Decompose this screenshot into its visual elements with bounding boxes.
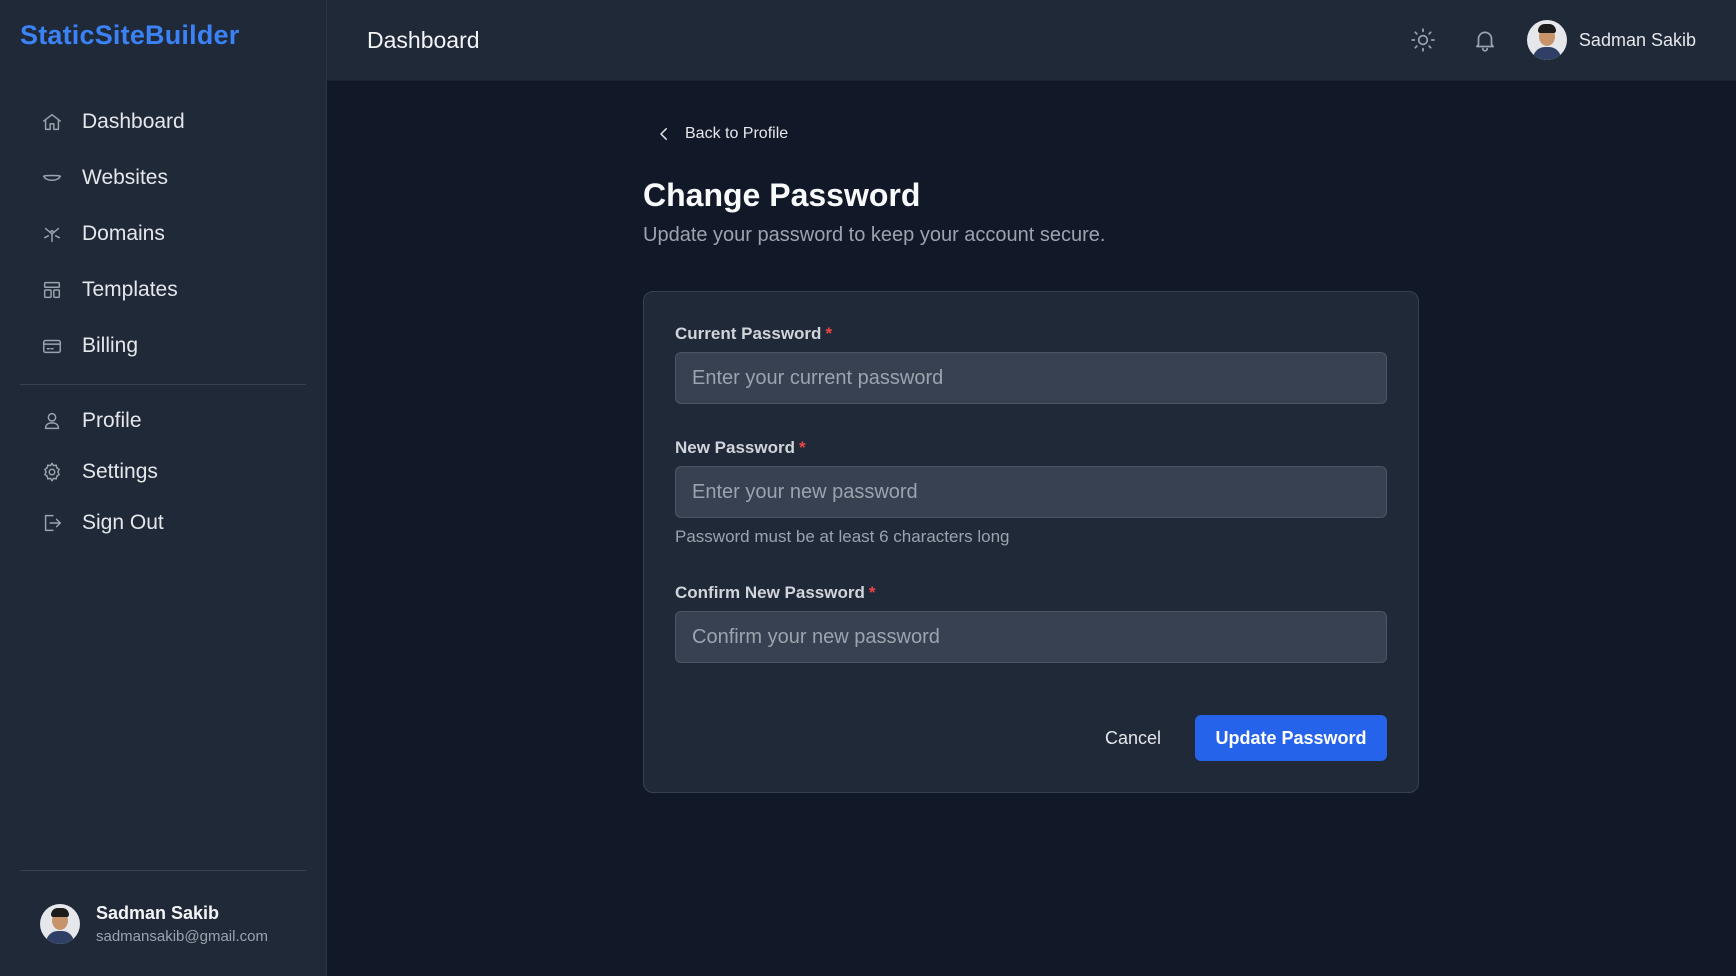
sidebar-item-label: Domains — [82, 222, 165, 245]
user-name: Sadman Sakib — [96, 902, 220, 923]
back-link-label: Back to Profile — [685, 125, 789, 142]
user-info: Sadman Sakib sadmansakib@gmail.com — [96, 903, 268, 945]
sidebar-item-label: Websites — [82, 166, 168, 189]
topbar-actions: Sadman Sakib — [1403, 20, 1696, 60]
required-marker: * — [825, 324, 833, 343]
bell-icon[interactable] — [1465, 20, 1505, 60]
sidebar-item-profile[interactable]: Profile — [20, 395, 306, 446]
avatar — [40, 903, 80, 944]
home-icon — [40, 110, 64, 134]
domain-icon — [40, 222, 64, 246]
sun-icon[interactable] — [1403, 20, 1443, 60]
sidebar-item-label: Billing — [82, 334, 139, 357]
layout-icon — [40, 278, 64, 302]
confirm-password-field: Confirm New Password * — [675, 583, 1387, 663]
current-password-field: Current Password * — [675, 324, 1387, 404]
new-password-field: New Password * Password must be at least … — [675, 438, 1387, 547]
sidebar-item-websites[interactable]: Websites — [20, 150, 306, 206]
topbar-title: Dashboard — [367, 26, 480, 53]
globe-icon — [40, 166, 64, 190]
back-to-profile-link[interactable]: Back to Profile — [655, 125, 788, 143]
user-icon — [40, 409, 64, 433]
sidebar-item-domains[interactable]: Domains — [20, 206, 306, 262]
update-password-button[interactable]: Update Password — [1195, 715, 1387, 761]
current-password-input[interactable] — [675, 352, 1387, 404]
new-password-input[interactable] — [675, 466, 1387, 518]
sidebar-item-label: Templates — [82, 278, 178, 301]
sidebar: StaticSiteBuilder Dashboard Websites Dom… — [0, 0, 327, 976]
current-password-label: Current Password * — [675, 324, 833, 343]
required-marker: * — [799, 438, 806, 457]
sidebar-nav: Dashboard Websites Domains Templates Bil… — [20, 94, 306, 548]
password-hint: Password must be at least 6 characters l… — [675, 527, 1010, 546]
sidebar-item-dashboard[interactable]: Dashboard — [20, 94, 306, 150]
sidebar-item-label: Dashboard — [82, 110, 185, 133]
user-email: sadmansakib@gmail.com — [96, 927, 268, 945]
sidebar-item-sign-out[interactable]: Sign Out — [20, 497, 306, 548]
user-menu[interactable]: Sadman Sakib — [1526, 20, 1696, 60]
chevron-left-icon — [660, 128, 667, 140]
topbar: Dashboard Sadman Sakib — [327, 0, 1736, 81]
page-subtitle: Update your password to keep your accoun… — [643, 224, 1106, 246]
sidebar-account-group: Profile Settings Sign Out — [20, 395, 306, 548]
cancel-button[interactable]: Cancel — [1105, 728, 1161, 749]
sidebar-user-card[interactable]: Sadman Sakib sadmansakib@gmail.com — [20, 870, 306, 976]
app-root: StaticSiteBuilder Dashboard Websites Dom… — [0, 0, 1736, 976]
new-password-label: New Password * — [675, 438, 806, 457]
gear-icon — [40, 460, 64, 484]
sidebar-item-label: Profile — [82, 408, 142, 432]
page-title: Change Password — [643, 177, 921, 213]
confirm-password-label: Confirm New Password * — [675, 583, 876, 602]
change-password-form: Current Password * New Password * Password… — [643, 291, 1419, 793]
logout-icon — [40, 511, 64, 535]
sidebar-item-billing[interactable]: Billing — [20, 318, 306, 374]
credit-card-icon — [40, 334, 64, 358]
avatar — [1526, 20, 1567, 60]
topbar-user-name: Sadman Sakib — [1578, 29, 1696, 50]
form-actions: Cancel Update Password — [1105, 715, 1387, 761]
sidebar-divider — [20, 384, 306, 385]
required-marker: * — [868, 583, 876, 602]
sidebar-item-templates[interactable]: Templates — [20, 262, 306, 318]
brand-logo[interactable]: StaticSiteBuilder — [20, 20, 239, 51]
main-area: Dashboard Sadman Sakib Back to Profile C… — [327, 0, 1736, 976]
confirm-password-input[interactable] — [675, 611, 1387, 663]
sidebar-item-settings[interactable]: Settings — [20, 446, 306, 497]
sidebar-item-label: Settings — [82, 459, 158, 483]
sidebar-item-label: Sign Out — [82, 510, 164, 534]
